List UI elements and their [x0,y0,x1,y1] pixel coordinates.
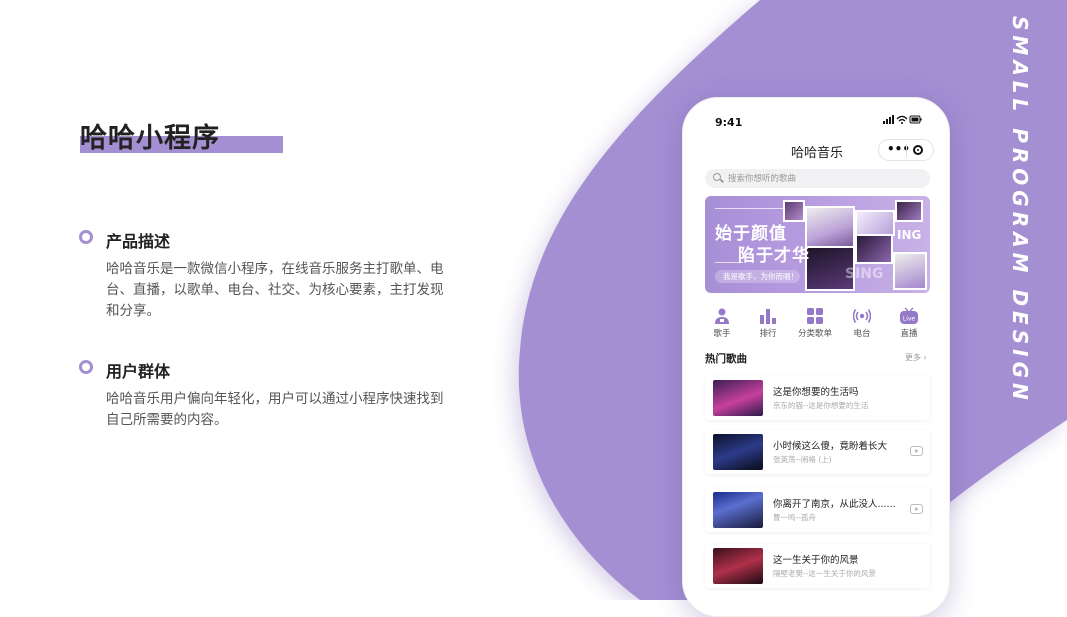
song-cover [713,548,763,584]
category-playlist[interactable]: 分类歌单 [795,307,835,339]
song-name: 你离开了南京，从此没人...... [773,499,896,510]
hot-songs-title: 热门歌曲 [705,353,747,365]
radio-icon [852,307,872,325]
section-heading-description: 产品描述 [106,232,171,251]
song-item[interactable]: 这一生关于你的风景 隔壁老樊--这一生关于你的风景 [705,544,930,588]
video-play-icon[interactable] [910,446,923,456]
banner-photo [895,200,923,222]
banner-photo [805,206,855,248]
singer-icon [713,307,731,325]
category-icon [806,307,824,325]
status-icons [883,115,923,128]
miniprogram-capsule[interactable]: ••• [878,139,934,161]
vertical-tagline-text: SMALL PROGRAM DESIGN [1008,16,1032,405]
song-item[interactable]: 你离开了南京，从此没人...... 曹一鸣--孤舟 [705,488,930,532]
banner-photo [893,252,927,290]
page-title: 哈哈小程序 [80,123,220,154]
song-name: 这一生关于你的风景 [773,555,859,566]
search-placeholder: 搜索你想听的歌曲 [728,174,797,184]
section-body-description: 哈哈音乐是一款微信小程序，在线音乐服务主打歌单、电台、直播，以歌单、电台、社交、… [106,261,444,319]
search-icon [713,173,721,181]
song-item[interactable]: 小时候这么傻，竟盼着长大 张英荡--闹格 (上) [705,430,930,474]
banner-carousel[interactable]: 始于颜值 陷于才华 我是歌手，为你而唱！ ING SING [705,196,930,293]
song-cover [713,380,763,416]
song-item[interactable]: 这是你想要的生活吗 京东的猫--这是你想要的生活 [705,376,930,420]
song-cover [713,434,763,470]
song-artist: 张英荡--闹格 (上) [773,455,832,464]
status-time: 9:41 [715,116,743,129]
song-artist: 曹一鸣--孤舟 [773,513,816,522]
banner-sing-text: SING [845,266,884,282]
vertical-tagline: SMALL PROGRAM DESIGN [1004,16,1032,406]
song-artist: 隔壁老樊--这一生关于你的风景 [773,569,876,578]
video-play-icon[interactable] [910,504,923,514]
more-link[interactable]: 更多 › [905,352,927,363]
category-radio[interactable]: 电台 [842,307,882,339]
song-artist: 京东的猫--这是你想要的生活 [773,401,869,410]
banner-photo [855,210,895,236]
category-live[interactable]: Live 直播 [889,307,929,339]
live-badge-text: Live [903,316,916,323]
close-target-icon[interactable] [913,145,923,155]
section-bullet-icon [79,360,93,374]
section-bullet-icon [79,230,93,244]
rank-icon [759,307,777,325]
song-name: 这是你想要的生活吗 [773,387,859,398]
banner-photo [855,234,893,264]
category-singer[interactable]: 歌手 [702,307,742,339]
banner-headline-2: 陷于才华 [738,246,810,266]
search-input[interactable]: 搜索你想听的歌曲 [705,169,930,188]
song-cover [713,492,763,528]
section-heading-users: 用户群体 [106,362,171,381]
signal-wifi-battery-icon [883,115,922,124]
category-rank[interactable]: 排行 [748,307,788,339]
banner-slogan-pill: 我是歌手，为你而唱！ [715,270,800,283]
section-body-users: 哈哈音乐用户偏向年轻化，用户可以通过小程序快速找到自己所需要的内容。 [106,391,444,428]
live-icon: Live [900,307,918,325]
song-name: 小时候这么傻，竟盼着长大 [773,441,888,452]
phone-mockup: 9:41 哈哈音乐 ••• 搜索你想听的歌曲 始于颜值 陷于才华 我是歌手，为你… [682,97,950,617]
banner-ing-text: ING [897,228,922,242]
